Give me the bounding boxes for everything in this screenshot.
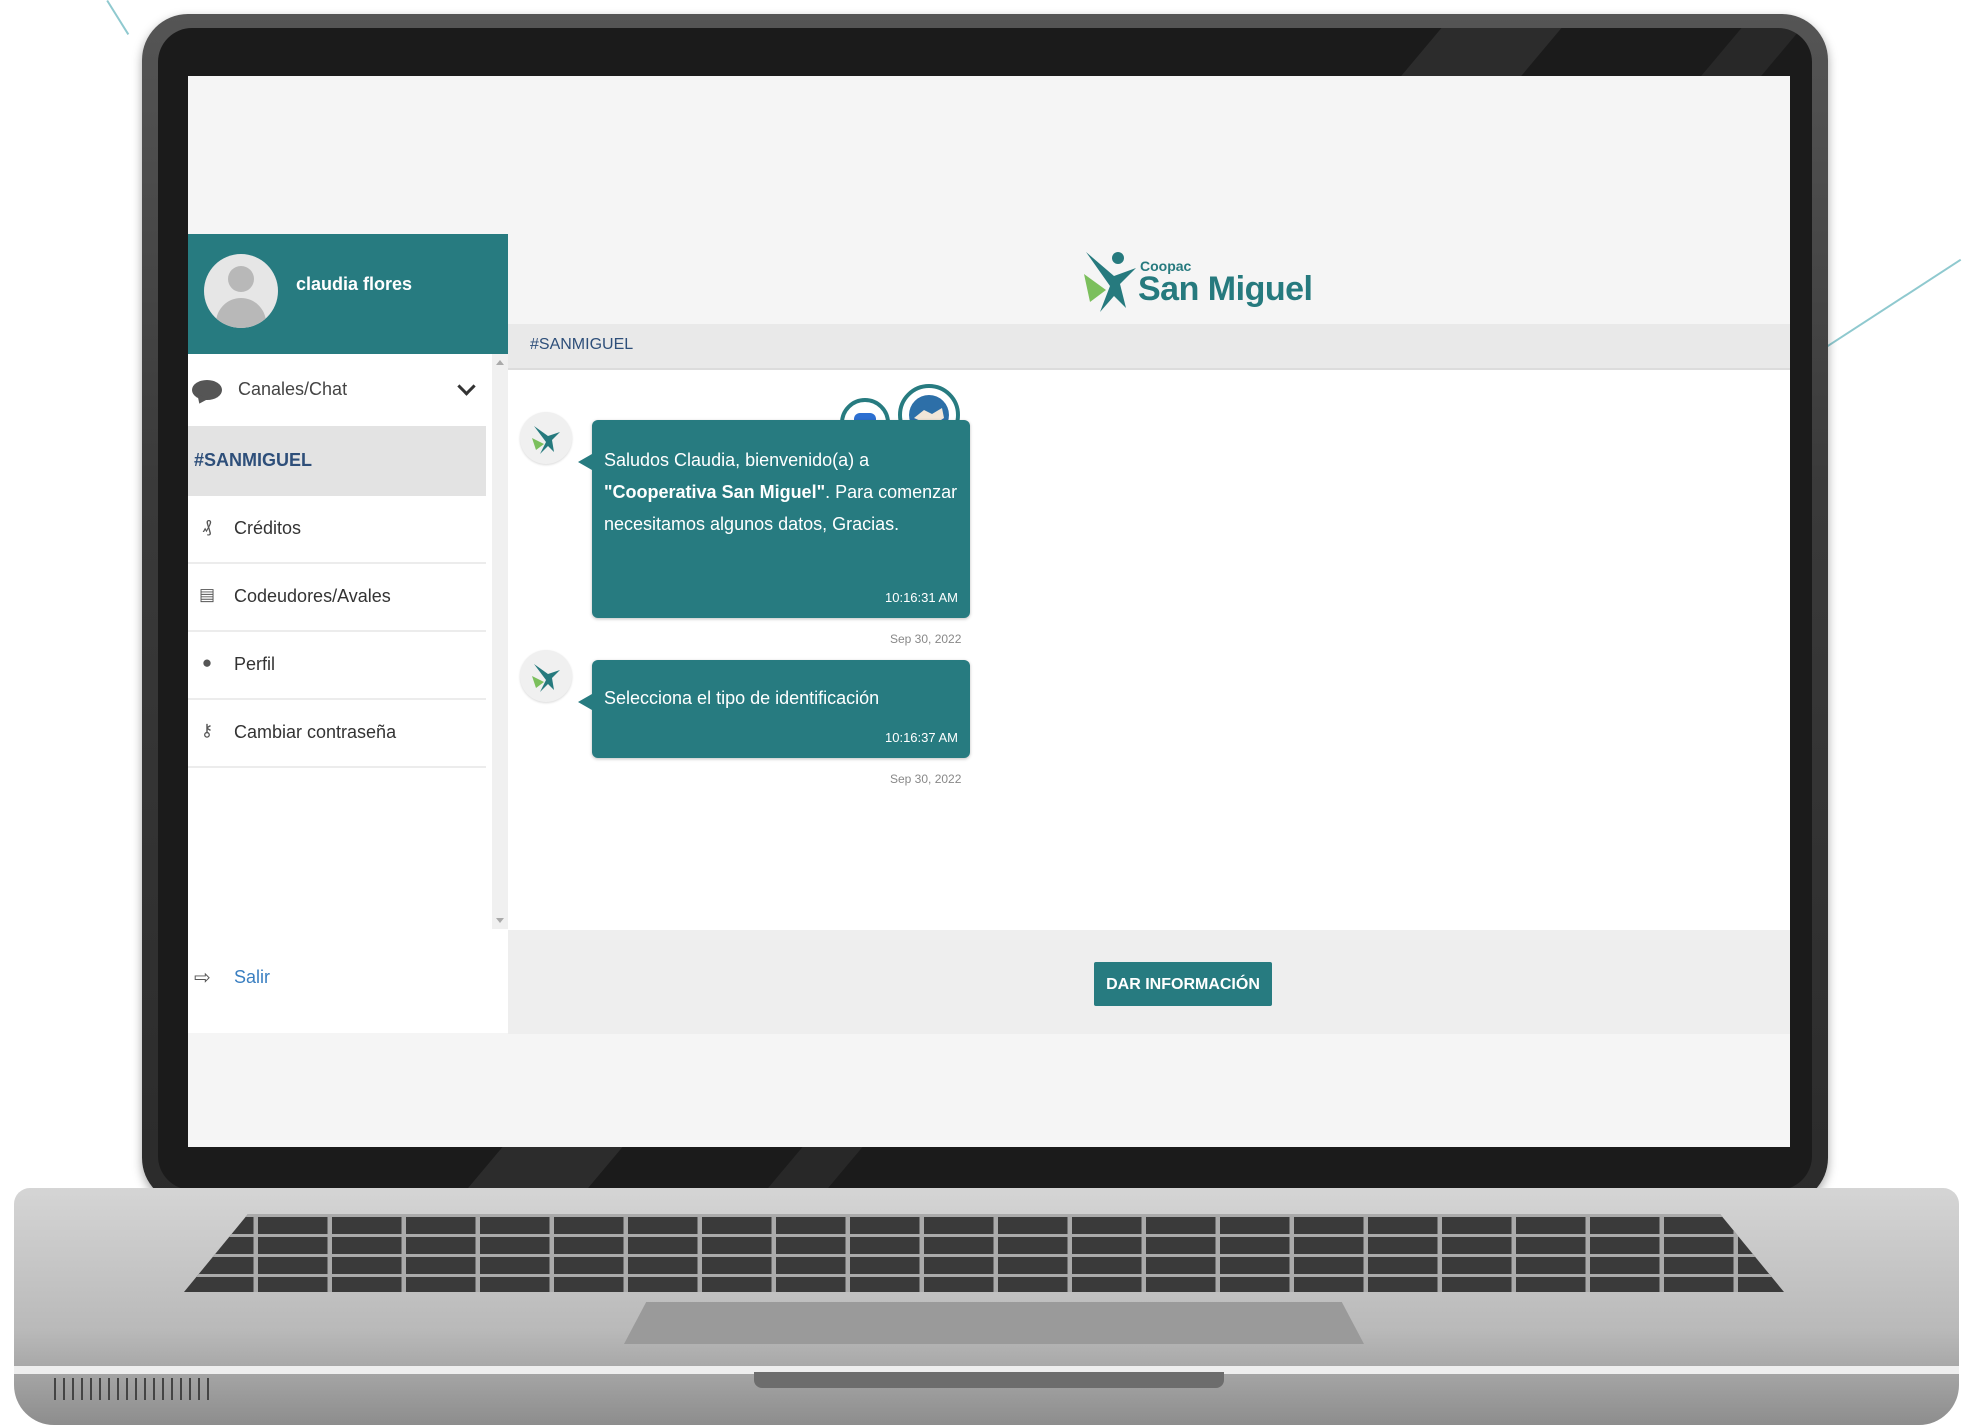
logout-icon: ⇨ — [194, 967, 211, 989]
message-date: Sep 30, 2022 — [890, 632, 962, 646]
money-icon: ₰ — [202, 517, 212, 536]
logout-label: Salir — [234, 967, 271, 987]
decorative-line — [106, 0, 130, 35]
logo-main-text: San Miguel — [1138, 270, 1313, 308]
action-bar: DAR INFORMACIÓN — [508, 930, 1790, 1034]
laptop-base — [14, 1188, 1959, 1425]
avatar[interactable] — [204, 254, 278, 328]
bot-avatar — [520, 412, 572, 464]
active-channel-label: #SANMIGUEL — [194, 450, 313, 470]
chat-messages-area: Saludos Claudia, bienvenido(a) a "Cooper… — [508, 370, 1790, 930]
sidebar-item-codeudores[interactable]: ▤ Codeudores/Avales — [188, 564, 486, 632]
channels-label: Canales/Chat — [238, 379, 348, 399]
document-user-icon: ▤ — [198, 585, 216, 604]
sidebar-menu: Canales/Chat #SANMIGUEL ₰ Créditos ▤ Cod… — [188, 354, 510, 929]
chevron-down-icon[interactable] — [457, 377, 476, 396]
base-slot — [754, 1372, 1224, 1388]
avatar-head — [228, 266, 254, 292]
dar-informacion-button[interactable]: DAR INFORMACIÓN — [1094, 962, 1272, 1006]
sidebar-item-label: Perfil — [234, 654, 276, 674]
bot-logo-icon — [532, 426, 560, 454]
message-text: Saludos Claudia, bienvenido(a) a "Cooper… — [604, 444, 958, 540]
message-bubble: Selecciona el tipo de identificación 10:… — [578, 660, 970, 758]
message-text: Selecciona el tipo de identificación — [604, 688, 880, 708]
keyboard — [184, 1214, 1784, 1292]
sidebar-item-label: Codeudores/Avales — [234, 586, 391, 606]
message-text-bold: "Cooperativa San Miguel" — [604, 482, 826, 502]
speaker-vents — [54, 1378, 214, 1400]
message-date: Sep 30, 2022 — [890, 772, 962, 786]
sidebar-item-sanmiguel[interactable]: #SANMIGUEL — [188, 426, 486, 496]
app-screen: claudia flores Canales/Chat #SANMIGUEL ₰… — [188, 76, 1790, 1147]
message-time: 10:16:37 AM — [885, 730, 958, 745]
sidebar-item-perfil[interactable]: ● Perfil — [188, 632, 486, 700]
sidebar-item-cambiar-contrasena[interactable]: ⚷ Cambiar contraseña — [188, 700, 486, 768]
trackpad — [624, 1302, 1364, 1344]
logo-figure-icon — [1084, 252, 1136, 312]
channel-title: #SANMIGUEL — [530, 336, 634, 353]
user-icon: ● — [201, 653, 213, 672]
bot-logo-icon — [532, 664, 560, 692]
channel-title-bar: #SANMIGUEL — [508, 324, 1790, 370]
sidebar-item-label: Cambiar contraseña — [234, 722, 397, 742]
key-icon: ⚷ — [200, 721, 214, 740]
sidebar-item-label: Créditos — [234, 518, 302, 538]
logout-button[interactable]: ⇨ Salir — [188, 929, 510, 1033]
message-time: 10:16:31 AM — [885, 590, 958, 605]
chat-bubble-icon — [192, 380, 222, 400]
sidebar-user-header: claudia flores — [188, 234, 508, 354]
scroll-up-arrow-icon[interactable] — [496, 360, 504, 365]
brand-logo: Coopac San Miguel — [1080, 242, 1320, 332]
bot-avatar — [520, 650, 572, 702]
sidebar-scrollbar[interactable] — [492, 354, 508, 929]
message-bubble: Saludos Claudia, bienvenido(a) a "Cooper… — [578, 420, 970, 618]
avatar-torso — [216, 298, 266, 328]
scroll-down-arrow-icon[interactable] — [496, 918, 504, 923]
decorative-line — [1826, 258, 1962, 348]
sidebar-item-creditos[interactable]: ₰ Créditos — [188, 496, 486, 564]
channels-dropdown[interactable]: Canales/Chat — [188, 354, 488, 426]
message-text-part: Saludos Claudia, bienvenido(a) a — [604, 450, 870, 470]
user-name: claudia flores — [296, 274, 413, 294]
